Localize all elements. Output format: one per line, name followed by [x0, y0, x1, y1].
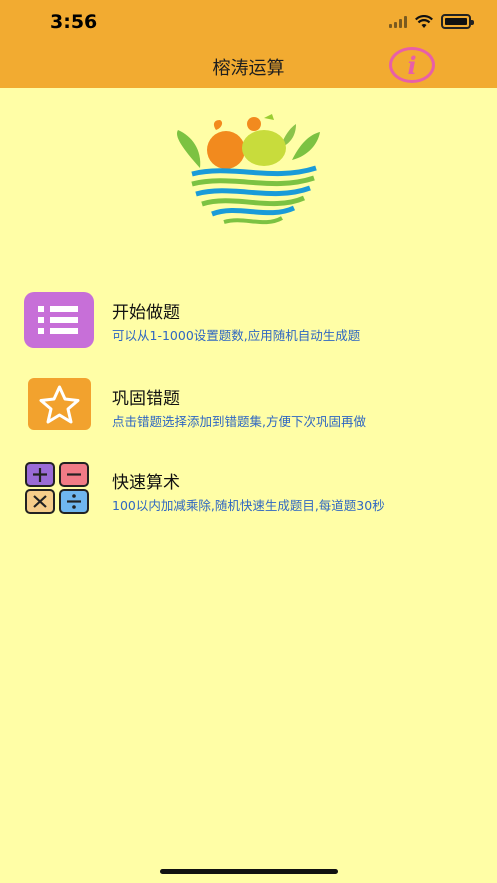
- menu-title: 开始做题: [112, 303, 180, 323]
- menu-title: 巩固错题: [112, 389, 180, 409]
- menu-title: 快速算术: [112, 473, 180, 493]
- arithmetic-icon: [25, 462, 89, 514]
- menu-desc: 100以内加减乘除,随机快速生成题目,每道题30秒: [112, 498, 385, 513]
- battery-icon: [441, 14, 474, 29]
- menu-desc: 可以从1-1000设置题数,应用随机自动生成题: [112, 328, 361, 343]
- menu-item-review-mistakes[interactable]: 巩固错题 点击错题选择添加到错题集,方便下次巩固再做: [24, 378, 474, 438]
- signal-icon: [389, 15, 407, 28]
- wifi-icon: [415, 14, 433, 28]
- status-icons: [389, 14, 474, 29]
- info-button[interactable]: i: [389, 47, 435, 83]
- header-bar: 3:56 榕涛运算 i: [0, 0, 497, 88]
- status-time: 3:56: [50, 11, 98, 33]
- menu-desc: 点击错题选择添加到错题集,方便下次巩固再做: [112, 414, 366, 429]
- menu-item-start-practice[interactable]: 开始做题 可以从1-1000设置题数,应用随机自动生成题: [24, 292, 474, 352]
- star-icon: [28, 378, 91, 430]
- menu-item-quick-arithmetic[interactable]: 快速算术 100以内加减乘除,随机快速生成题目,每道题30秒: [24, 462, 474, 522]
- app-logo: [176, 114, 320, 225]
- home-indicator[interactable]: [160, 869, 338, 874]
- list-icon: [24, 292, 94, 348]
